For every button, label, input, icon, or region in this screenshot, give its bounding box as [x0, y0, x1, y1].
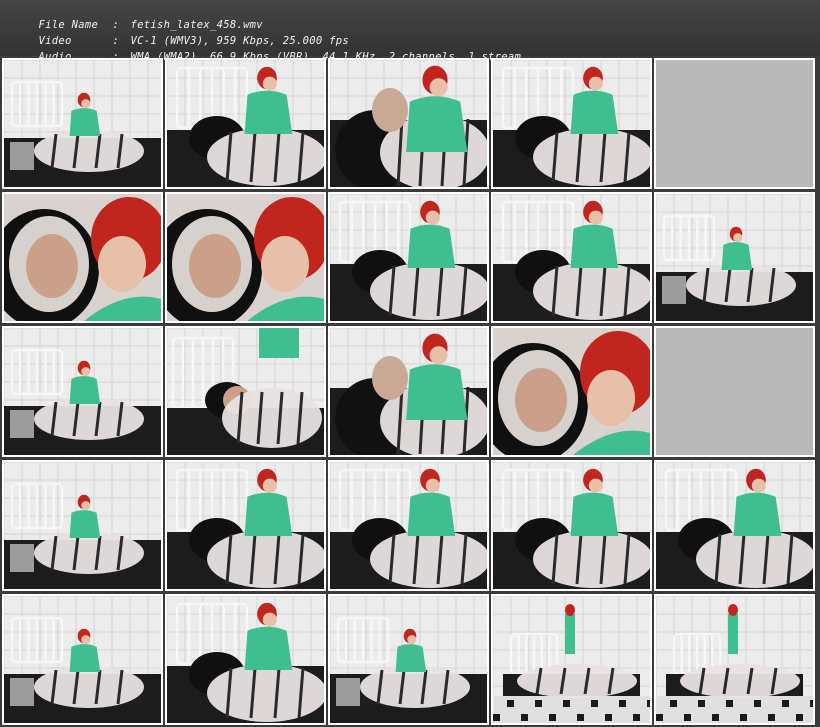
video-thumbnail [330, 328, 487, 455]
thumbnail-frame [165, 460, 326, 591]
thumbnail-frame [2, 460, 163, 591]
thumbnail-image [493, 60, 650, 187]
thumbnail-image [493, 194, 650, 321]
thumbnail-image [656, 596, 813, 723]
video-thumbnail [167, 462, 324, 589]
thumbnail-frame [654, 594, 815, 725]
video-row: Video: VC-1 (WMV3), 959 Kbps, 25.000 fps [12, 23, 349, 47]
video-thumbnail [493, 462, 650, 589]
thumbnail-frame [2, 58, 163, 189]
thumbnail-frame [165, 192, 326, 323]
video-thumbnail [4, 328, 161, 455]
thumbnail-frame [328, 192, 489, 323]
thumbnail-frame [165, 326, 326, 457]
file-name-row: File Name: fetish_latex_458.wmv [12, 7, 263, 31]
thumbnail-image [330, 328, 487, 455]
video-thumbnail [330, 462, 487, 589]
thumbnail-image [330, 60, 487, 187]
video-thumbnail [4, 60, 161, 187]
thumbnail-frame [491, 594, 652, 725]
info-header: File Name: fetish_latex_458.wmv Video: VC-… [0, 0, 820, 63]
thumbnail-grid [2, 58, 818, 725]
thumbnail-image [4, 194, 161, 321]
thumbnail-frame [491, 58, 652, 189]
thumbnail-frame [2, 326, 163, 457]
audio-row: Audio: WMA (WMA2), 66.9 Kbps (VBR), 44.1 … [12, 39, 521, 63]
video-thumbnail [330, 194, 487, 321]
thumbnail-image [167, 462, 324, 589]
blank-thumbnail [656, 60, 813, 187]
thumbnail-frame [328, 460, 489, 591]
thumbnail-image [4, 596, 161, 723]
thumbnail-image [4, 60, 161, 187]
video-thumbnail [493, 328, 650, 455]
thumbnail-frame [165, 58, 326, 189]
thumbnail-frame [654, 192, 815, 323]
thumbnail-frame [165, 594, 326, 725]
video-thumbnail [493, 194, 650, 321]
thumbnail-image [493, 462, 650, 589]
thumbnail-frame [328, 326, 489, 457]
video-thumbnail [330, 60, 487, 187]
thumbnail-image [167, 328, 324, 455]
video-thumbnail [493, 596, 650, 723]
thumbnail-image [656, 462, 813, 589]
video-thumbnail [656, 462, 813, 589]
thumbnail-image [4, 328, 161, 455]
thumbnail-frame [654, 460, 815, 591]
thumbnail-frame [654, 326, 815, 457]
video-thumbnail [656, 596, 813, 723]
video-thumbnail [330, 596, 487, 723]
thumbnail-frame [491, 326, 652, 457]
video-thumbnail [4, 194, 161, 321]
thumbnail-image [167, 60, 324, 187]
blank-thumbnail [656, 328, 813, 455]
thumbnail-frame [2, 594, 163, 725]
video-thumbnail [4, 462, 161, 589]
thumbnail-frame [328, 58, 489, 189]
video-thumbnail [493, 60, 650, 187]
thumbnail-image [330, 194, 487, 321]
video-thumbnail [167, 60, 324, 187]
thumbnail-image [493, 596, 650, 723]
thumbnail-image [167, 194, 324, 321]
video-thumbnail [4, 596, 161, 723]
thumbnail-frame [491, 460, 652, 591]
video-thumbnail [167, 328, 324, 455]
thumbnail-image [493, 328, 650, 455]
thumbnail-image [4, 462, 161, 589]
thumbnail-image [656, 194, 813, 321]
thumbnail-frame [654, 58, 815, 189]
thumbnail-frame [491, 192, 652, 323]
thumbnail-frame [2, 192, 163, 323]
thumbnail-image [330, 596, 487, 723]
thumbnail-image [167, 596, 324, 723]
thumbnail-image [330, 462, 487, 589]
video-thumbnail [167, 194, 324, 321]
video-thumbnail [656, 194, 813, 321]
thumbnail-frame [328, 594, 489, 725]
video-thumbnail [167, 596, 324, 723]
